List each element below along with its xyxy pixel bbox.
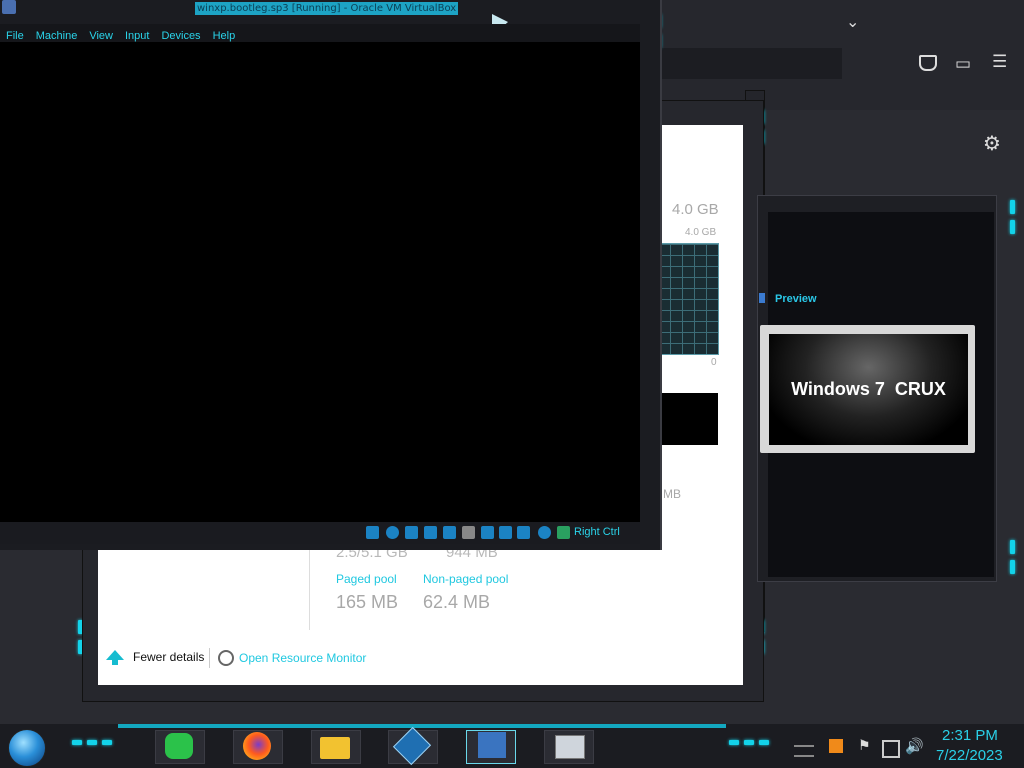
pocket-icon[interactable]: [919, 55, 937, 71]
frame-led: [1010, 560, 1015, 574]
usb-icon[interactable]: [443, 526, 456, 539]
menu-help[interactable]: Help: [213, 30, 236, 42]
firefox-icon: [243, 732, 271, 760]
frame-led: [1010, 540, 1015, 554]
memory-total: 4.0 GB: [672, 201, 719, 218]
settings-gear-icon[interactable]: ⚙: [983, 131, 1001, 155]
chevron-up-icon-stem: [112, 659, 118, 665]
display-icon[interactable]: [481, 526, 494, 539]
taskbar-led: [102, 740, 112, 745]
shared-folder-icon[interactable]: [462, 526, 475, 539]
flag-icon[interactable]: ⚑: [858, 738, 871, 754]
show-hidden-icons-icon[interactable]: [794, 745, 814, 757]
taskbar-led: [72, 740, 82, 745]
preview-label: Preview: [775, 293, 817, 305]
resource-monitor-icon: [218, 650, 234, 666]
network-icon[interactable]: [424, 526, 437, 539]
graph-min-label: 0: [711, 357, 717, 368]
monitor-icon: [759, 293, 765, 303]
thumbnail-text: Windows 7 CRUX: [791, 379, 946, 399]
open-resource-monitor-link[interactable]: Open Resource Monitor: [239, 651, 366, 665]
taskbar-led: [87, 740, 97, 745]
clock-date[interactable]: 7/22/2023: [936, 747, 1003, 764]
graph-max-label: 4.0 GB: [685, 227, 717, 238]
browser-address-bar[interactable]: [660, 48, 842, 79]
winxp-vm-icon: [478, 732, 506, 758]
taskbar-accent: [118, 724, 726, 728]
virtualization-icon[interactable]: [517, 526, 530, 539]
host-key-label: Right Ctrl: [574, 526, 620, 538]
volume-icon[interactable]: 🔊: [905, 737, 924, 755]
task-manager-content-bottom: [98, 545, 743, 685]
recording-icon[interactable]: [499, 526, 512, 539]
divider: [309, 550, 310, 630]
keyboard-capture-icon[interactable]: [557, 526, 570, 539]
network-tray-icon[interactable]: [882, 740, 900, 758]
nonpaged-pool-value: 62.4 MB: [423, 592, 491, 612]
paged-pool-value: 165 MB: [336, 592, 399, 612]
menu-icon[interactable]: ☰: [992, 52, 1007, 72]
menu-file[interactable]: File: [6, 30, 24, 42]
memory-usage-graph: [657, 243, 719, 355]
start-orb[interactable]: [8, 729, 46, 767]
menu-input[interactable]: Input: [125, 30, 149, 42]
memory-composition-bar: [657, 393, 718, 445]
chevron-down-icon[interactable]: ⌄: [846, 12, 859, 31]
menu-view[interactable]: View: [89, 30, 113, 42]
vm-display[interactable]: [0, 42, 640, 522]
fewer-details-label: Fewer details: [133, 650, 205, 664]
extensions-icon[interactable]: ▭: [955, 54, 971, 74]
tray-app-icon[interactable]: [829, 739, 843, 753]
menu-devices[interactable]: Devices: [161, 30, 200, 42]
vbox-window-icon: [2, 0, 16, 14]
vbox-menubar: File Machine View Input Devices Help: [0, 24, 640, 42]
mb-label: MB: [663, 487, 681, 501]
taskbar-led: [744, 740, 754, 745]
frame-led: [1010, 220, 1015, 234]
notes-app-icon: [165, 733, 193, 759]
taskbar-led: [729, 740, 739, 745]
taskbar-led: [759, 740, 769, 745]
hard-disk-icon[interactable]: [366, 526, 379, 539]
clock-time[interactable]: 2:31 PM: [942, 727, 998, 744]
paged-pool-label: Paged pool: [336, 572, 397, 586]
frame-led: [1010, 200, 1015, 214]
system-monitor-icon: [555, 735, 585, 759]
mouse-integration-icon[interactable]: [538, 526, 551, 539]
optical-drive-icon[interactable]: [386, 526, 399, 539]
vbox-title: winxp.bootleg.sp3 [Running] - Oracle VM …: [195, 2, 459, 15]
divider: [209, 648, 210, 668]
folder-icon: [320, 737, 350, 759]
audio-icon[interactable]: [405, 526, 418, 539]
nonpaged-pool-label: Non-paged pool: [423, 572, 509, 586]
menu-machine[interactable]: Machine: [36, 30, 78, 42]
